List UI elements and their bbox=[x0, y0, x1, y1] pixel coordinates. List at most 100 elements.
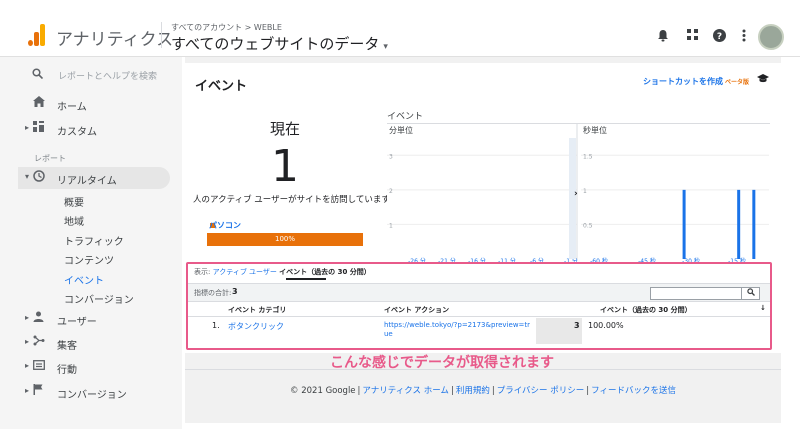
shortcut-label: ショートカットを作成 bbox=[642, 77, 723, 86]
home-icon bbox=[33, 96, 45, 110]
sidebar-item-label: ホーム bbox=[57, 102, 87, 113]
graduation-cap-icon[interactable] bbox=[757, 74, 769, 86]
search-icon[interactable] bbox=[32, 68, 44, 82]
table-header: イベント カテゴリ イベント アクション イベント（過去の 30 分間） ↓ bbox=[188, 301, 770, 317]
table-view-tabs: 表示: アクティブ ユーザー イベント（過去の 30 分間） bbox=[194, 267, 371, 277]
chart-subtitle: 分単位 bbox=[389, 125, 413, 135]
event-action-link[interactable]: https://weble.tokyo/?p=2173&preview=true bbox=[384, 321, 534, 339]
clock-icon bbox=[33, 170, 45, 185]
sidebar-item-label: リアルタイム bbox=[57, 176, 117, 187]
create-shortcut-link[interactable]: ショートカットを作成 ベータ版 bbox=[643, 76, 749, 87]
col-events-30min[interactable]: イベント（過去の 30 分間） bbox=[600, 305, 692, 315]
plot-area bbox=[581, 138, 769, 259]
divider bbox=[161, 22, 162, 48]
sidebar-subitem-overview[interactable]: 概要 bbox=[64, 194, 84, 209]
tab-active-users[interactable]: アクティブ ユーザー bbox=[213, 268, 277, 276]
per-minute-chart: 分単位321-26 分 -21 分 -16 分 -11 分 -6 分 -1 分 bbox=[387, 125, 578, 264]
chevron-right-icon[interactable]: › bbox=[574, 189, 578, 199]
person-icon bbox=[33, 311, 44, 325]
device-label: パソコン bbox=[209, 221, 241, 230]
realtime-event-charts: 分単位321-26 分 -21 分 -16 分 -11 分 -6 分 -1 分 秒単位1.… bbox=[387, 124, 769, 264]
per-second-chart: 秒単位1.510.5-60 秒 -45 秒 -30 秒 -15 秒 bbox=[581, 125, 769, 264]
analytics-logo-icon[interactable] bbox=[28, 24, 46, 46]
totals-row: 指標の合計: 3 bbox=[188, 283, 770, 301]
chevron-right-icon: ▸ bbox=[25, 123, 30, 132]
search-input[interactable]: レポートとヘルプを検索 bbox=[58, 69, 157, 82]
y-tick-label: 2 bbox=[389, 188, 393, 195]
sidebar-item-label: 行動 bbox=[57, 365, 77, 376]
sidebar-item-realtime[interactable]: ▾ リアルタイム bbox=[18, 167, 170, 189]
col-event-category[interactable]: イベント カテゴリ bbox=[228, 305, 286, 315]
sidebar-subitem-events[interactable]: イベント bbox=[64, 272, 104, 287]
sidebar-item-conversions[interactable]: ▸ コンバージョン bbox=[0, 381, 182, 403]
col-event-action[interactable]: イベント アクション bbox=[384, 305, 449, 315]
property-selector[interactable]: すべてのウェブサイトのデータ ▾ bbox=[171, 33, 388, 54]
sidebar-subitem-traffic[interactable]: トラフィック bbox=[64, 233, 124, 248]
bell-icon[interactable] bbox=[655, 29, 671, 46]
footer-link-privacy[interactable]: プライバシー ポリシー bbox=[497, 386, 585, 396]
sidebar-item-label: カスタム bbox=[57, 127, 97, 138]
plot-area bbox=[387, 138, 577, 259]
event-category-link[interactable]: ボタンクリック bbox=[228, 321, 284, 332]
beta-badge: ベータ版 bbox=[724, 79, 749, 86]
event-count: 3 bbox=[574, 321, 580, 330]
apps-icon[interactable] bbox=[684, 29, 700, 44]
y-tick-label: 1 bbox=[583, 188, 587, 195]
reports-section-label: レポート bbox=[34, 154, 66, 163]
y-tick-label: 3 bbox=[389, 153, 393, 160]
sidebar-item-users[interactable]: ▸ ユーザー bbox=[0, 308, 182, 330]
avatar[interactable] bbox=[758, 24, 784, 50]
breadcrumb[interactable]: すべてのアカウント > WEBLE bbox=[171, 22, 282, 33]
chart-bar bbox=[752, 189, 756, 259]
view-prefix: 表示: bbox=[194, 268, 211, 276]
totals-label: 指標の合計: bbox=[194, 289, 232, 297]
acquisition-icon bbox=[33, 335, 45, 349]
active-users-count: 1 bbox=[271, 141, 299, 192]
sidebar-item-behavior[interactable]: ▸ 行動 bbox=[0, 356, 182, 378]
dashboard-icon bbox=[33, 121, 44, 135]
flag-icon bbox=[33, 384, 43, 398]
sidebar-item-acquisition[interactable]: ▸ 集客 bbox=[0, 332, 182, 354]
app-name[interactable]: アナリティクス bbox=[56, 25, 173, 50]
totals-value: 3 bbox=[232, 287, 238, 296]
page-title: イベント bbox=[195, 79, 248, 94]
chevron-right-icon: ▸ bbox=[25, 386, 30, 395]
active-tab-indicator bbox=[286, 278, 326, 280]
footer-link-feedback[interactable]: フィードバックを送信 bbox=[591, 386, 676, 396]
property-name: すべてのウェブサイトのデータ bbox=[171, 35, 380, 53]
events-table-highlight: 表示: アクティブ ユーザー イベント（過去の 30 分間） 指標の合計: 3 … bbox=[186, 262, 772, 350]
sidebar-item-home[interactable]: ホーム bbox=[0, 93, 182, 115]
chart-bar bbox=[737, 189, 741, 259]
chevron-right-icon: ▸ bbox=[25, 361, 30, 370]
sort-arrow-icon[interactable]: ↓ bbox=[760, 304, 766, 312]
chevron-right-icon: ▸ bbox=[25, 313, 30, 322]
sidebar-item-label: ユーザー bbox=[57, 317, 97, 328]
sidebar-subitem-locations[interactable]: 地域 bbox=[64, 213, 84, 228]
sidebar-item-custom[interactable]: ▸ カスタム bbox=[0, 118, 182, 140]
table-search-input[interactable] bbox=[650, 287, 760, 300]
more-icon[interactable] bbox=[736, 29, 752, 46]
row-index: 1. bbox=[212, 321, 220, 330]
behavior-icon bbox=[33, 359, 45, 373]
tab-events-30min[interactable]: イベント（過去の 30 分間） bbox=[279, 268, 371, 276]
chevron-down-icon: ▾ bbox=[25, 172, 30, 181]
help-icon[interactable]: ? bbox=[711, 29, 727, 46]
top-bar: アナリティクス すべてのアカウント > WEBLE すべてのウェブサイトのデータ… bbox=[0, 0, 800, 57]
y-tick-label: 1.5 bbox=[583, 153, 593, 160]
sidebar-subitem-conversions[interactable]: コンバージョン bbox=[64, 291, 134, 306]
chevron-right-icon: ▸ bbox=[25, 337, 30, 346]
event-percent: 100.00% bbox=[588, 321, 624, 330]
chart-bar bbox=[682, 189, 686, 259]
sidebar: レポートとヘルプを検索 ホーム ▸ カスタム レポート ▾ リアルタイム 概要 … bbox=[0, 57, 182, 429]
footer-link-analytics-home[interactable]: アナリティクス ホーム bbox=[362, 386, 449, 396]
sidebar-item-label: コンバージョン bbox=[57, 390, 127, 401]
annotation-caption: こんな感じでデータが取得されます bbox=[330, 355, 554, 371]
chart-title: イベント bbox=[387, 112, 424, 122]
y-tick-label: 0.5 bbox=[583, 222, 593, 229]
sidebar-subitem-content[interactable]: コンテンツ bbox=[64, 252, 114, 267]
chevron-down-icon: ▾ bbox=[383, 42, 388, 52]
table-row: 1. ボタンクリック https://weble.tokyo/?p=2173&p… bbox=[188, 318, 770, 348]
footer-link-terms[interactable]: 利用規約 bbox=[456, 386, 490, 396]
chart-subtitle: 秒単位 bbox=[583, 125, 607, 135]
search-icon[interactable] bbox=[741, 288, 759, 299]
